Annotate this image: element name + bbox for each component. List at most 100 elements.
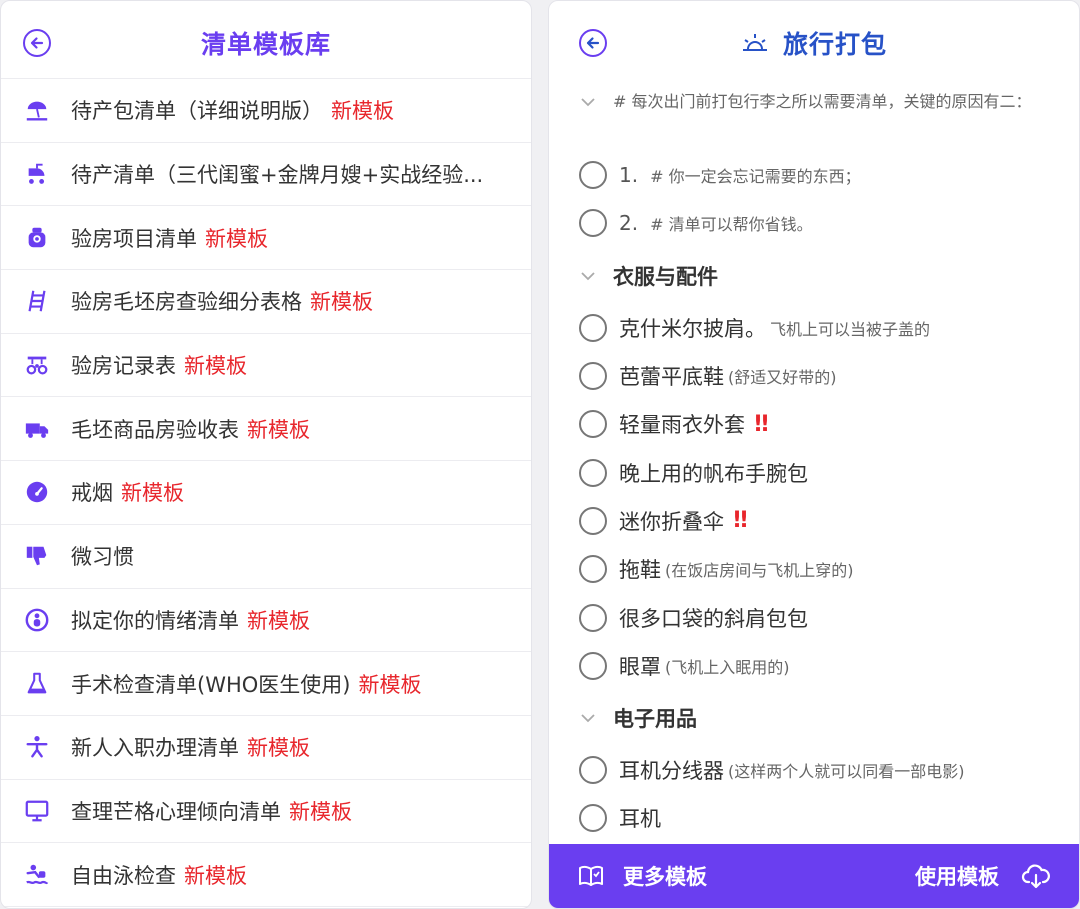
checkbox[interactable] (579, 555, 607, 584)
item-number: 1. (619, 163, 639, 188)
new-template-badge: 新模板 (184, 354, 247, 379)
template-library-panel: 清单模板库 待产包清单（详细说明版） 新模板待产清单（三代闺蜜+金牌月嫂+实战经验… (0, 0, 532, 909)
template-item[interactable]: 拟定你的情绪清单 新模板 (1, 589, 531, 653)
chevron-down-icon[interactable] (579, 267, 597, 285)
checklist-item: 芭蕾平底鞋 (舒适又好带的) (579, 352, 1059, 400)
alert-mark: !! (753, 411, 770, 437)
new-template-badge: 新模板 (310, 290, 373, 315)
truck-icon (23, 415, 51, 443)
template-label: 待产清单（三代闺蜜+金牌月嫂+实战经验... (71, 163, 484, 188)
checkbox[interactable] (579, 410, 607, 439)
person-stretch-icon (23, 733, 51, 761)
item-number: 2. (619, 211, 639, 236)
checklist-item: 迷你折叠伞!! (579, 497, 1059, 545)
checkbox[interactable] (579, 362, 607, 391)
new-template-badge: 新模板 (247, 608, 310, 633)
section-header[interactable]: 衣服与配件 (579, 248, 1059, 304)
page-title: 清单模板库 (200, 30, 331, 59)
item-name: 很多口袋的斜肩包包 (619, 606, 808, 631)
new-template-badge: 新模板 (289, 799, 352, 824)
new-template-badge: 新模板 (247, 417, 310, 442)
item-name: 克什米尔披肩。 (619, 316, 766, 341)
bottom-action-bar: 更多模板 使用模板 (549, 844, 1079, 908)
item-note: (这样两个人就可以同看一部电影) (728, 762, 965, 782)
template-item[interactable]: 毛坯商品房验收表 新模板 (1, 397, 531, 462)
template-item[interactable]: 待产清单（三代闺蜜+金牌月嫂+实战经验... (1, 143, 531, 207)
template-label: 查理芒格心理倾向清单 新模板 (71, 799, 352, 824)
template-item[interactable]: 验房记录表 新模板 (1, 334, 531, 398)
template-label: 手术检查清单(WHO医生使用) 新模板 (71, 672, 422, 697)
checklist-item: 轻量雨衣外套!! (579, 400, 1059, 448)
section-title: 电子用品 (613, 706, 697, 731)
item-text: # 你一定会忘记需要的东西； (650, 167, 861, 187)
more-templates-label: 更多模板 (623, 865, 707, 889)
template-detail-panel: 旅行打包 # 每次出门前打包行李之所以需要清单，关键的原因有二： 1. # 你一定… (548, 0, 1080, 909)
sunrise-icon (742, 34, 767, 51)
person-circle-icon (23, 606, 51, 634)
checkbox[interactable] (579, 804, 607, 833)
item-name: 眼罩 (619, 654, 661, 679)
new-template-badge: 新模板 (331, 99, 394, 124)
new-template-badge: 新模板 (247, 736, 310, 761)
item-name: 耳机 (619, 807, 661, 832)
alert-mark: !! (732, 508, 749, 534)
item-note: (舒适又好带的) (728, 368, 837, 388)
house-inspection-icon (23, 224, 51, 252)
swimmer-icon (23, 861, 51, 889)
checklist-item: 拖鞋 (在饭店房间与飞机上穿的) (579, 545, 1059, 593)
template-item[interactable]: 待产包清单（详细说明版） 新模板 (1, 79, 531, 143)
template-label: 待产包清单（详细说明版） 新模板 (71, 99, 394, 124)
checklist-item: 眼罩 (飞机上入眠用的) (579, 642, 1059, 690)
new-template-badge: 新模板 (121, 481, 184, 506)
tools-icon (23, 351, 51, 379)
checklist-item: 克什米尔披肩。 飞机上可以当被子盖的 (579, 304, 1059, 352)
use-template-button[interactable]: 使用模板 (915, 861, 1051, 891)
item-name: 晚上用的帆布手腕包 (619, 461, 808, 486)
speedometer-icon (23, 478, 51, 506)
template-item[interactable]: 戒烟 新模板 (1, 461, 531, 525)
more-templates-button[interactable]: 更多模板 (577, 861, 707, 891)
beach-umbrella-icon (23, 96, 51, 124)
checklist: # 每次出门前打包行李之所以需要清单，关键的原因有二： 1. # 你一定会忘记需要… (549, 79, 1079, 843)
checkbox[interactable] (579, 458, 607, 487)
template-item[interactable]: 自由泳检查 新模板 (1, 843, 531, 907)
book-icon (579, 865, 603, 886)
item-text: # 清单可以帮你省钱。 (650, 215, 813, 235)
template-list: 待产包清单（详细说明版） 新模板待产清单（三代闺蜜+金牌月嫂+实战经验... 验房项… (1, 79, 531, 907)
template-label: 新人入职办理清单 新模板 (71, 736, 310, 761)
chevron-down-icon[interactable] (579, 709, 597, 727)
checkbox[interactable] (579, 161, 607, 190)
item-name: 迷你折叠伞 (619, 509, 724, 534)
new-template-badge: 新模板 (205, 226, 268, 251)
monitor-icon (23, 797, 51, 825)
template-item[interactable]: 验房毛坯房查验细分表格 新模板 (1, 270, 531, 334)
checklist-item: 很多口袋的斜肩包包 (579, 593, 1059, 641)
item-note: (在饭店房间与飞机上穿的) (665, 561, 854, 581)
item-note: (飞机上入眠用的) (665, 657, 790, 677)
item-name: 耳机分线器 (619, 759, 724, 784)
template-item[interactable]: 手术检查清单(WHO医生使用) 新模板 (1, 652, 531, 716)
chevron-down-icon[interactable] (579, 93, 597, 111)
page-title: 旅行打包 (782, 30, 887, 59)
checkbox[interactable] (579, 756, 607, 785)
flask-icon (23, 670, 51, 698)
intro-text: # 每次出门前打包行李之所以需要清单，关键的原因有二： (613, 92, 1032, 111)
template-label: 拟定你的情绪清单 新模板 (71, 608, 310, 633)
cloud-download-icon (1021, 864, 1050, 889)
template-item[interactable]: 验房项目清单 新模板 (1, 206, 531, 271)
checklist-item: 晚上用的帆布手腕包 (579, 448, 1059, 496)
thumbs-down-icon (23, 542, 51, 570)
template-item[interactable]: 微习惯 (1, 525, 531, 589)
template-item[interactable]: 查理芒格心理倾向清单 新模板 (1, 780, 531, 844)
checklist-item: 1. # 你一定会忘记需要的东西； (579, 151, 1059, 199)
template-item[interactable]: 新人入职办理清单 新模板 (1, 716, 531, 780)
checkbox[interactable] (579, 651, 607, 680)
template-label: 自由泳检查 新模板 (71, 863, 247, 888)
section-header[interactable]: 电子用品 (579, 690, 1059, 746)
checkbox[interactable] (579, 209, 607, 238)
checklist-item: 2. # 清单可以帮你省钱。 (579, 199, 1059, 247)
ladder-icon (23, 287, 51, 315)
checkbox[interactable] (579, 313, 607, 342)
checkbox[interactable] (579, 506, 607, 535)
checkbox[interactable] (579, 603, 607, 632)
